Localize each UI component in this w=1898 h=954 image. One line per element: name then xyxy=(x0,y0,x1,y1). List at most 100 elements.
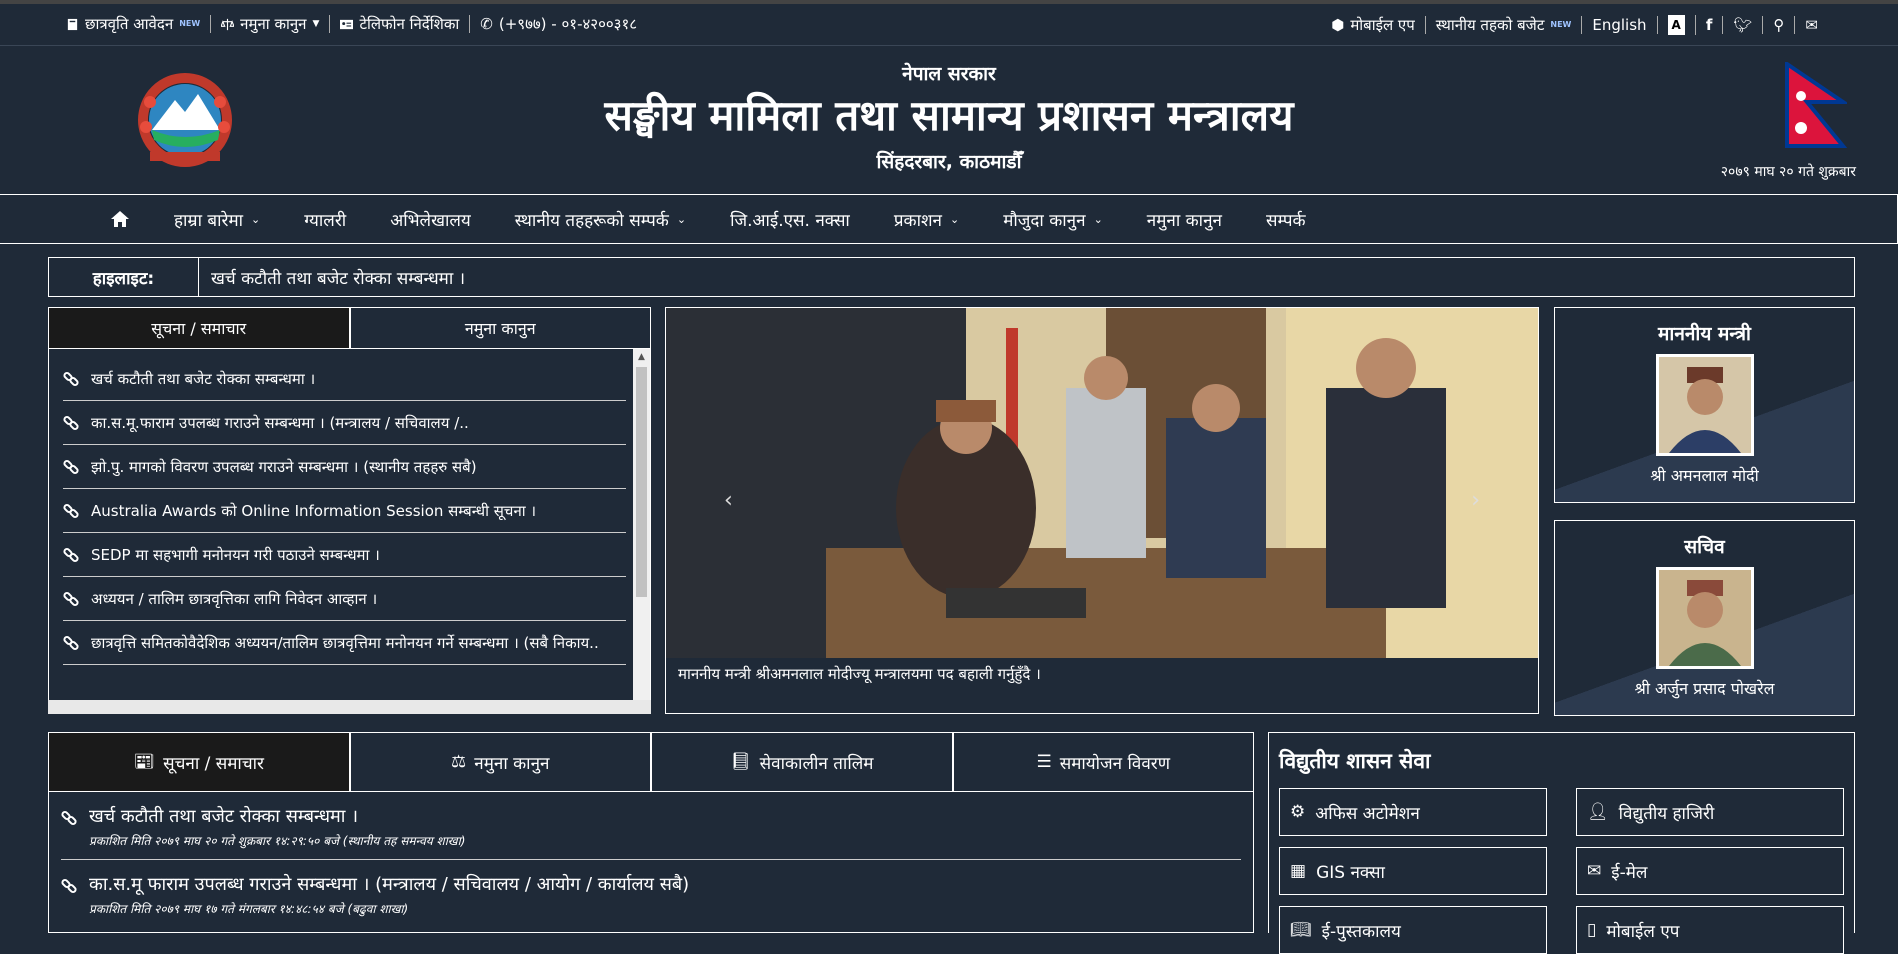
email-link[interactable]: ✉ xyxy=(1795,16,1828,34)
twitter-icon: 🐦︎ xyxy=(1733,16,1753,34)
link-icon xyxy=(63,415,79,430)
list-item[interactable]: खर्च कटौती तथा बजेट रोक्का सम्बन्धमा । प्… xyxy=(61,792,1241,860)
office-automation-button[interactable]: ⚙ अफिस अटोमेशन xyxy=(1279,788,1547,836)
nav-item-publications[interactable]: प्रकाशन ⌄ xyxy=(872,208,981,231)
highlight-text[interactable]: खर्च कटौती तथा बजेट रोक्का सम्बन्धमा । xyxy=(199,258,465,296)
chevron-down-icon: ⌄ xyxy=(251,212,261,226)
tab-label: सूचना / समाचार xyxy=(163,753,264,774)
phone-directory-link[interactable]: टेलिफोन निर्देशिका xyxy=(330,15,471,33)
list-item[interactable]: SEDP मा सहभागी मनोनयन गरी पठाउने सम्बन्ध… xyxy=(63,533,626,577)
current-date: २०७९ माघ २० गते शुक्रबार xyxy=(1720,164,1856,180)
news-title: खर्च कटौती तथा बजेट रोक्का सम्बन्धमा । xyxy=(89,806,359,827)
font-toggle-label: A xyxy=(1667,15,1685,35)
list-item-text: Australia Awards को Online Information S… xyxy=(91,501,537,520)
scholarship-link[interactable]: छात्रवृति आवेदन NEW xyxy=(66,15,212,33)
tab-notice[interactable]: सूचना / समाचार xyxy=(48,307,350,349)
tab-training[interactable]: 📘︎ सेवाकालीन तालिम xyxy=(651,732,953,792)
button-label: GIS नक्सा xyxy=(1316,862,1385,883)
font-toggle[interactable]: A xyxy=(1658,15,1696,35)
tab-adjustment[interactable]: ☰ समायोजन विवरण xyxy=(952,732,1254,792)
nav-item-archive[interactable]: अभिलेखालय xyxy=(368,208,493,231)
chevron-down-icon: ⌄ xyxy=(676,212,687,226)
list-item-text: झो.पु. मागको विवरण उपलब्ध गराउने सम्बन्ध… xyxy=(91,457,477,476)
model-law-label: नमुना कानुन xyxy=(240,15,307,33)
mobile-app-link[interactable]: ⬢ मोबाईल एप xyxy=(1321,16,1426,34)
twitter-link[interactable]: 🐦︎ xyxy=(1723,16,1764,34)
news-title: का.स.मू फाराम उपलब्ध गराउने सम्बन्धमा । … xyxy=(89,874,690,895)
tab-label: समायोजन विवरण xyxy=(1059,753,1171,774)
scale-icon: ⚖ xyxy=(451,752,467,772)
secretary-title: सचिव xyxy=(1684,536,1725,558)
gis-map-button[interactable]: ▦ GIS नक्सा xyxy=(1279,847,1547,895)
tab-model-law[interactable]: नमुना कानुन xyxy=(349,307,651,349)
scrollbar-thumb[interactable] xyxy=(636,367,647,597)
link-icon xyxy=(63,635,79,650)
slider-next-icon[interactable]: › xyxy=(1471,488,1480,513)
egov-services-panel: विद्युतीय शासन सेवा ⚙ अफिस अटोमेशन 👤︎ विद्… xyxy=(1268,732,1855,954)
gov-label: नेपाल सरकार xyxy=(902,63,996,85)
book-icon xyxy=(67,18,78,30)
list-item-text: अध्ययन / तालिम छात्रवृत्तिका लागि निवेदन… xyxy=(91,589,378,608)
list-item[interactable]: का.स.मू फाराम उपलब्ध गराउने सम्बन्धमा । … xyxy=(61,860,1241,927)
list-item-text: छात्रवृत्ति समितकोवैदेशिक अध्ययन/तालिम छ… xyxy=(91,633,599,652)
nav-item-gallery[interactable]: ग्यालरी xyxy=(282,208,368,231)
nav-item-label: मौजुदा कानुन xyxy=(1003,210,1086,231)
nav-item-model-law[interactable]: नमुना कानुन xyxy=(1125,208,1244,231)
e-library-button[interactable]: 📖︎ ई-पुस्तकालय xyxy=(1279,906,1547,954)
button-label: अफिस अटोमेशन xyxy=(1315,803,1420,824)
list-item[interactable]: खर्च कटौती तथा बजेट रोक्का सम्बन्धमा । xyxy=(63,357,626,401)
nav-home[interactable] xyxy=(88,210,152,228)
secretary-avatar[interactable] xyxy=(1655,567,1754,669)
envelope-icon: ✉ xyxy=(1805,16,1818,34)
nav-item-label: अभिलेखालय xyxy=(390,210,471,231)
news-list: खर्च कटौती तथा बजेट रोक्का सम्बन्धमा । प्… xyxy=(48,792,1254,933)
tab-model-law[interactable]: ⚖ नमुना कानुन xyxy=(349,732,651,792)
list-item-text: का.स.मू.फाराम उपलब्ध गराउने सम्बन्धमा । … xyxy=(91,413,469,432)
english-link[interactable]: English xyxy=(1582,16,1658,34)
model-law-dropdown[interactable]: नमुना कानुन ▼ xyxy=(211,15,331,33)
chevron-down-icon: ⌄ xyxy=(1093,212,1103,226)
list-item[interactable]: छात्रवृत्ति समितकोवैदेशिक अध्ययन/तालिम छ… xyxy=(63,621,626,665)
list-item[interactable]: Australia Awards को Online Information S… xyxy=(63,489,626,533)
list-icon: ☰ xyxy=(1036,752,1052,772)
minister-name: श्री अमनलाल मोदी xyxy=(1650,466,1759,485)
tab-notice[interactable]: 📰︎ सूचना / समाचार xyxy=(48,732,350,792)
nav-item-existing-law[interactable]: मौजुदा कानुन ⌄ xyxy=(981,208,1125,231)
nav-item-local-contacts[interactable]: स्थानीय तहहरूको सम्पर्क ⌄ xyxy=(493,208,708,231)
minister-avatar[interactable] xyxy=(1655,354,1754,456)
nav-item-label: प्रकाशन xyxy=(893,210,942,231)
local-budget-label: स्थानीय तहको बजेट xyxy=(1435,16,1545,34)
scale-icon xyxy=(221,18,235,30)
slider-prev-icon[interactable]: ‹ xyxy=(724,488,733,513)
newspaper-icon: 📰︎ xyxy=(133,752,156,772)
nav-item-gis-map[interactable]: जि.आई.एस. नक्सा xyxy=(708,208,872,231)
email-button[interactable]: ✉ ई-मेल xyxy=(1576,847,1844,895)
e-attendance-button[interactable]: 👤︎ विद्युतीय हाजिरी xyxy=(1576,788,1844,836)
list-item[interactable]: का.स.मू.फाराम उपलब्ध गराउने सम्बन्धमा । … xyxy=(63,401,626,445)
nav-item-contact[interactable]: सम्पर्क xyxy=(1244,208,1328,231)
envelope-icon: ✉ xyxy=(1587,861,1602,881)
notice-panel: सूचना / समाचार नमुना कानुन खर्च कटौती तथ… xyxy=(48,307,651,714)
nav-item-about[interactable]: हाम्रा बारेमा ⌄ xyxy=(152,208,282,231)
scroll-up-icon[interactable]: ▲ xyxy=(633,349,650,365)
book-icon: 📘︎ xyxy=(730,752,752,772)
vertical-scrollbar[interactable]: ▲ ▼ xyxy=(633,349,650,713)
local-budget-link[interactable]: स्थानीय तहको बजेट NEW xyxy=(1426,16,1583,34)
new-badge: NEW xyxy=(179,19,201,28)
android-icon: ⬢ xyxy=(1331,16,1345,34)
link-icon xyxy=(63,459,79,474)
notice-list: खर्च कटौती तथा बजेट रोक्का सम्बन्धमा । क… xyxy=(48,349,651,714)
list-item[interactable]: झो.पु. मागको विवरण उपलब्ध गराउने सम्बन्ध… xyxy=(63,445,626,489)
minister-card: माननीय मन्त्री श्री अमनलाल मोदी xyxy=(1554,307,1855,503)
nav-item-label: ग्यालरी xyxy=(304,210,347,231)
cogs-icon: ⚙ xyxy=(1290,802,1306,822)
list-item[interactable]: अध्ययन / तालिम छात्रवृत्तिका लागि निवेदन… xyxy=(63,577,626,621)
news-meta: प्रकाशित मिति २०७९ माघ १७ गते मंगलबार १४… xyxy=(89,902,409,916)
mobile-app-button[interactable]: ▯ मोबाईल एप xyxy=(1576,906,1844,954)
button-label: विद्युतीय हाजिरी xyxy=(1618,803,1715,824)
facebook-link[interactable]: f xyxy=(1696,16,1724,34)
horizontal-scrollbar[interactable] xyxy=(48,700,651,714)
phone-text: (+९७७) - ०१-४२००३१८ xyxy=(498,15,638,33)
location-link[interactable]: ⚲ xyxy=(1763,16,1796,34)
link-icon xyxy=(63,503,79,518)
